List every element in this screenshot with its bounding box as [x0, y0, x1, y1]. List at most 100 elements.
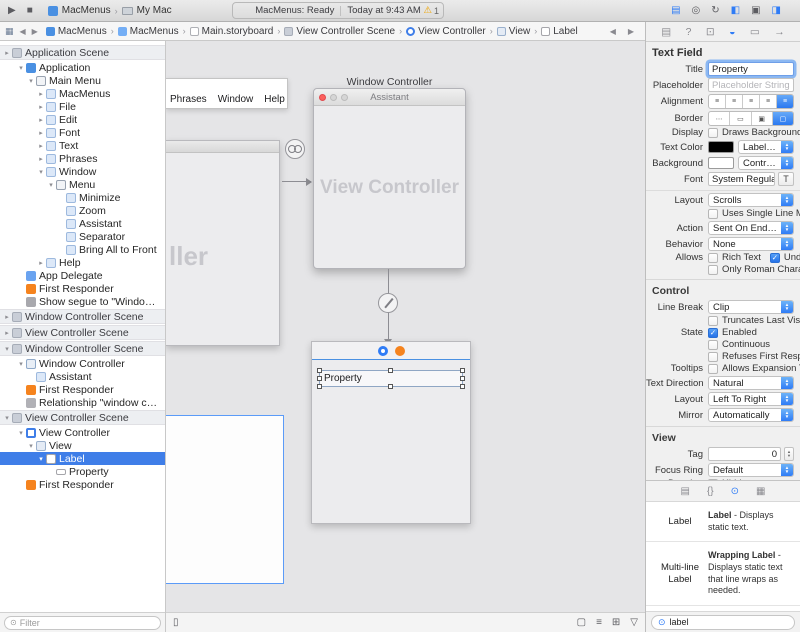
- continuous-checkbox[interactable]: [708, 340, 718, 350]
- outline-row[interactable]: Relationship "window content" to "...": [0, 396, 165, 409]
- disclosure-down-icon[interactable]: ▾: [36, 455, 46, 463]
- back-icon[interactable]: ◀: [610, 27, 616, 36]
- align-left-segment[interactable]: ≡: [709, 95, 726, 108]
- outline-row[interactable]: ▸Help: [0, 256, 165, 269]
- line-break-popup[interactable]: Clip▲▼: [708, 300, 794, 314]
- property-text-field[interactable]: Property: [319, 370, 463, 387]
- breadcrumb-item[interactable]: MacMenus: [46, 26, 107, 37]
- attributes-inspector-tab[interactable]: ◒: [729, 26, 735, 38]
- disclosure-right-icon[interactable]: ▸: [2, 313, 12, 321]
- outline-section-row[interactable]: ▸View Controller Scene: [0, 325, 165, 340]
- selection-handle[interactable]: [388, 384, 393, 389]
- add-constraints-button[interactable]: ⊞: [612, 617, 620, 628]
- outline-section-row[interactable]: ▾View Controller Scene: [0, 410, 165, 425]
- rich-text-checkbox[interactable]: [708, 253, 718, 263]
- forward-icon[interactable]: ▶: [32, 27, 38, 36]
- partial-selected-view[interactable]: [166, 415, 284, 584]
- menu-item[interactable]: Help: [264, 94, 285, 105]
- outline-row[interactable]: Show segue to "Window Controller": [0, 295, 165, 308]
- disclosure-down-icon[interactable]: ▾: [2, 345, 12, 353]
- library-item[interactable]: LabelLabel - Displays static text.: [646, 502, 800, 542]
- disclosure-down-icon[interactable]: ▾: [16, 360, 26, 368]
- menu-bar-window[interactable]: PhrasesWindowHelp: [166, 78, 288, 109]
- media-library-tab[interactable]: ▦: [756, 486, 765, 497]
- outline-row[interactable]: ▾Window Controller: [0, 357, 165, 370]
- border-bezel-segment[interactable]: ▣: [752, 112, 773, 125]
- document-outline-toggle-icon[interactable]: ▯: [173, 617, 179, 628]
- outline-section-row[interactable]: ▸Application Scene: [0, 45, 165, 60]
- embed-in-stack-button[interactable]: ▢: [577, 617, 586, 628]
- disclosure-down-icon[interactable]: ▾: [46, 181, 56, 189]
- disclosure-right-icon[interactable]: ▸: [2, 329, 12, 337]
- utilities-toggle-button[interactable]: ◨: [772, 5, 781, 16]
- outline-row[interactable]: App Delegate: [0, 269, 165, 282]
- breadcrumb-item[interactable]: Main.storyboard: [190, 26, 274, 37]
- selection-handle[interactable]: [317, 376, 322, 381]
- view-controller-icon[interactable]: [378, 346, 388, 356]
- size-inspector-tab[interactable]: ▭: [750, 26, 760, 38]
- menu-item[interactable]: Window: [218, 94, 254, 105]
- outline-section-row[interactable]: ▸Window Controller Scene: [0, 309, 165, 324]
- outline-row[interactable]: ▸Phrases: [0, 152, 165, 165]
- align-center-segment[interactable]: ≡: [726, 95, 743, 108]
- breadcrumb-item[interactable]: MacMenus: [118, 26, 179, 37]
- refuses-first-responder-checkbox[interactable]: [708, 352, 718, 362]
- text-direction-popup[interactable]: Natural▲▼: [708, 376, 794, 390]
- outline-row[interactable]: First Responder: [0, 383, 165, 396]
- disclosure-down-icon[interactable]: ▾: [26, 77, 36, 85]
- stop-button[interactable]: ■: [27, 5, 33, 16]
- segue-connector-icon[interactable]: [285, 139, 305, 159]
- outline-row[interactable]: First Responder: [0, 282, 165, 295]
- code-snippet-library-tab[interactable]: {}: [707, 486, 714, 497]
- outline-row[interactable]: ▸Edit: [0, 113, 165, 126]
- outline-row[interactable]: ▾Menu: [0, 178, 165, 191]
- forward-icon[interactable]: ▶: [628, 27, 634, 36]
- tag-stepper[interactable]: ▲▼: [784, 447, 794, 461]
- title-input[interactable]: Property: [708, 62, 794, 76]
- version-editor-button[interactable]: ↻: [711, 5, 719, 16]
- border-none-segment[interactable]: ⋯: [709, 112, 730, 125]
- border-rounded-segment[interactable]: ▢: [773, 112, 793, 125]
- connections-inspector-tab[interactable]: →: [774, 26, 785, 38]
- selection-handle[interactable]: [460, 376, 465, 381]
- navigators-toggle-button[interactable]: ◧: [731, 5, 740, 16]
- outline-row[interactable]: Assistant: [0, 217, 165, 230]
- first-responder-icon[interactable]: [395, 346, 405, 356]
- outline-row[interactable]: ▸Font: [0, 126, 165, 139]
- behavior-popup[interactable]: None▲▼: [708, 237, 794, 251]
- debug-area-toggle-button[interactable]: ▣: [751, 5, 760, 16]
- disclosure-right-icon[interactable]: ▸: [36, 155, 46, 163]
- outline-row[interactable]: Bring All to Front: [0, 243, 165, 256]
- library-filter-field[interactable]: ⊙ label: [651, 615, 795, 630]
- align-justify-segment[interactable]: ≡: [743, 95, 760, 108]
- enabled-checkbox[interactable]: ✓: [708, 328, 718, 338]
- layout-popup[interactable]: Left To Right▲▼: [708, 392, 794, 406]
- selection-handle[interactable]: [460, 368, 465, 373]
- outline-row[interactable]: ▾Window: [0, 165, 165, 178]
- disclosure-right-icon[interactable]: ▸: [36, 90, 46, 98]
- disclosure-down-icon[interactable]: ▾: [16, 429, 26, 437]
- disclosure-right-icon[interactable]: ▸: [36, 259, 46, 267]
- relationship-connector-icon[interactable]: [378, 293, 398, 313]
- related-items-icon[interactable]: ▦: [5, 26, 14, 37]
- quick-help-inspector-tab[interactable]: ?: [686, 26, 692, 38]
- text-color-popup[interactable]: Label Color▲▼: [738, 140, 794, 154]
- breadcrumb-item[interactable]: View Controller: [406, 26, 486, 37]
- outline-row[interactable]: ▾View: [0, 439, 165, 452]
- disclosure-down-icon[interactable]: ▾: [16, 64, 26, 72]
- uses-single-line-mode-checkbox[interactable]: [708, 209, 718, 219]
- outline-row[interactable]: First Responder: [0, 478, 165, 491]
- background-well[interactable]: [708, 157, 734, 169]
- disclosure-right-icon[interactable]: ▸: [36, 142, 46, 150]
- view-controller-view[interactable]: Property: [311, 341, 471, 524]
- placeholder-input[interactable]: Placeholder String: [708, 78, 794, 92]
- mirror-popup[interactable]: Automatically▲▼: [708, 408, 794, 422]
- standard-editor-button[interactable]: ▤: [671, 5, 680, 16]
- resolve-auto-layout-button[interactable]: ▽: [630, 617, 638, 628]
- scheme-selector[interactable]: MacMenus › My Mac: [48, 5, 172, 16]
- align-button[interactable]: ≡: [596, 617, 602, 628]
- outline-filter-field[interactable]: ⊙ Filter: [4, 616, 161, 630]
- disclosure-down-icon[interactable]: ▾: [2, 414, 12, 422]
- object-library-tab[interactable]: ⊙: [731, 486, 739, 497]
- outline-section-row[interactable]: ▾Window Controller Scene: [0, 341, 165, 356]
